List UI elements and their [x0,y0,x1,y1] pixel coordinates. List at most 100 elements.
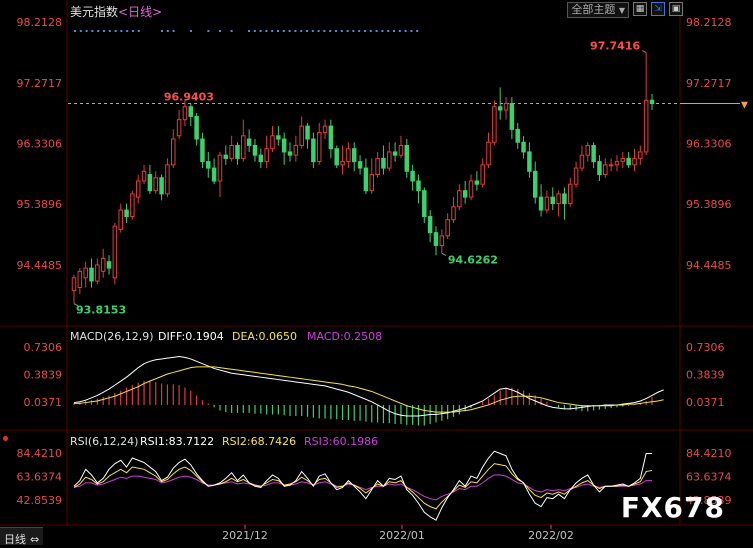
swap-icon: ⇔ [30,533,40,546]
rsi-ytick-right: 84.4210 [686,447,732,460]
event-dot [120,30,123,32]
candle-up [112,225,118,279]
macd-dea-label: DEA:0.0650 [232,330,297,343]
macd-diff-line [73,356,664,417]
candle-down [223,154,229,159]
panel-marker-dot [3,436,8,441]
candle-down [124,209,129,217]
macd-yticks-right: 0.7306 0.3839 0.0371 [686,341,725,409]
candle-down [521,141,526,153]
price-ytick-right: 97.2717 [686,77,732,90]
macd-ytick-right: 0.3839 [686,368,725,381]
candle-up [241,135,246,159]
candle-up [270,135,275,150]
price-ytick-left: 97.2717 [17,77,63,90]
candle-down [305,125,310,140]
candle-down [357,161,363,169]
event-dot [97,30,100,32]
candle-down [334,148,339,166]
candle-up [153,177,158,192]
event-dot [352,30,355,32]
event-dot [323,30,326,32]
candle-up [71,277,77,292]
event-dot [294,30,297,32]
candle-down [392,151,398,156]
candle-up [100,257,106,272]
period-tab[interactable]: 日线 ⇔ [0,527,44,546]
event-dot [132,30,134,32]
theme-selector[interactable]: 全部主题 ▼ [567,2,629,18]
price-ytick-left: 94.4485 [17,259,63,272]
event-dot [207,30,210,32]
annotation-mid-low-leader [441,252,447,256]
grid-icon[interactable]: ▦ [633,2,647,16]
candle-up [486,141,491,166]
candle-up [398,144,404,156]
event-dot [277,30,279,32]
candle-down [416,180,421,192]
candle-up [608,164,614,167]
candle-up [293,144,299,156]
event-dot [166,30,169,32]
candle-up [77,270,83,288]
price-ytick-right: 95.3896 [686,198,732,211]
macd-ytick-left: 0.3839 [24,368,63,381]
candle-up [544,196,550,211]
candle-down [404,144,410,172]
candle-up [171,138,176,166]
macd-yticks-left: 0.7306 0.3839 0.0371 [24,341,63,409]
chevron-down-icon: ▼ [618,6,625,15]
candle-up [468,180,474,198]
candle-up [322,125,328,134]
candle-up [387,151,392,169]
candle-up [579,154,585,169]
rsi2-label: RSI2:68.7426 [222,435,296,448]
candle-down [527,151,532,172]
candle-down [410,170,415,182]
event-dot [410,30,413,32]
candles [71,52,655,304]
period-label[interactable]: <日线> [118,5,162,19]
last-price-marker: ▼ [741,101,748,111]
macd-value-label: MACD:0.2508 [307,330,382,343]
price-yticks-right: 98.2128 97.2717 96.3306 95.3896 94.4485 [686,16,732,272]
candle-down [147,174,153,192]
chart-canvas: 98.2128 97.2717 96.3306 95.3896 94.4485 98.2… [0,0,753,542]
candle-up [340,161,345,166]
toolbar: 全部主题 ▼ ▦ ⇲ ▣ [567,2,683,18]
candle-down [351,148,357,163]
event-dot [219,30,221,32]
restore-icon[interactable]: ▣ [669,2,683,16]
candle-up [638,151,643,159]
macd-ytick-left: 0.7306 [24,341,63,354]
candle-down [550,196,555,205]
event-dot [381,30,384,32]
event-dot [288,30,291,32]
candle-up [451,206,456,221]
candle-down [246,138,252,146]
candle-down [532,170,538,198]
zoom-icon[interactable]: ⇲ [651,2,665,16]
macd-title: MACD(26,12,9) [70,330,154,343]
candle-down [626,157,631,166]
candle-down [211,167,217,182]
candle-down [497,106,503,111]
price-ytick-left: 96.3306 [17,138,63,151]
event-dot [358,30,361,32]
event-dot [137,30,140,32]
candle-down [462,190,468,198]
event-dot [172,30,175,32]
candle-down [509,103,515,130]
candle-down [427,215,433,234]
event-dot [248,30,250,32]
candle-up [439,235,445,247]
event-dot [161,30,163,32]
event-dot [103,30,105,32]
candle-down [381,157,386,169]
candle-up [585,144,591,156]
period-tab-label: 日线 [4,533,26,546]
price-ytick-right: 98.2128 [686,16,732,29]
event-dot [404,30,407,32]
chart-title: 美元指数<日线> [70,3,162,20]
annotation-mid-high: 96.9403 [164,90,214,103]
